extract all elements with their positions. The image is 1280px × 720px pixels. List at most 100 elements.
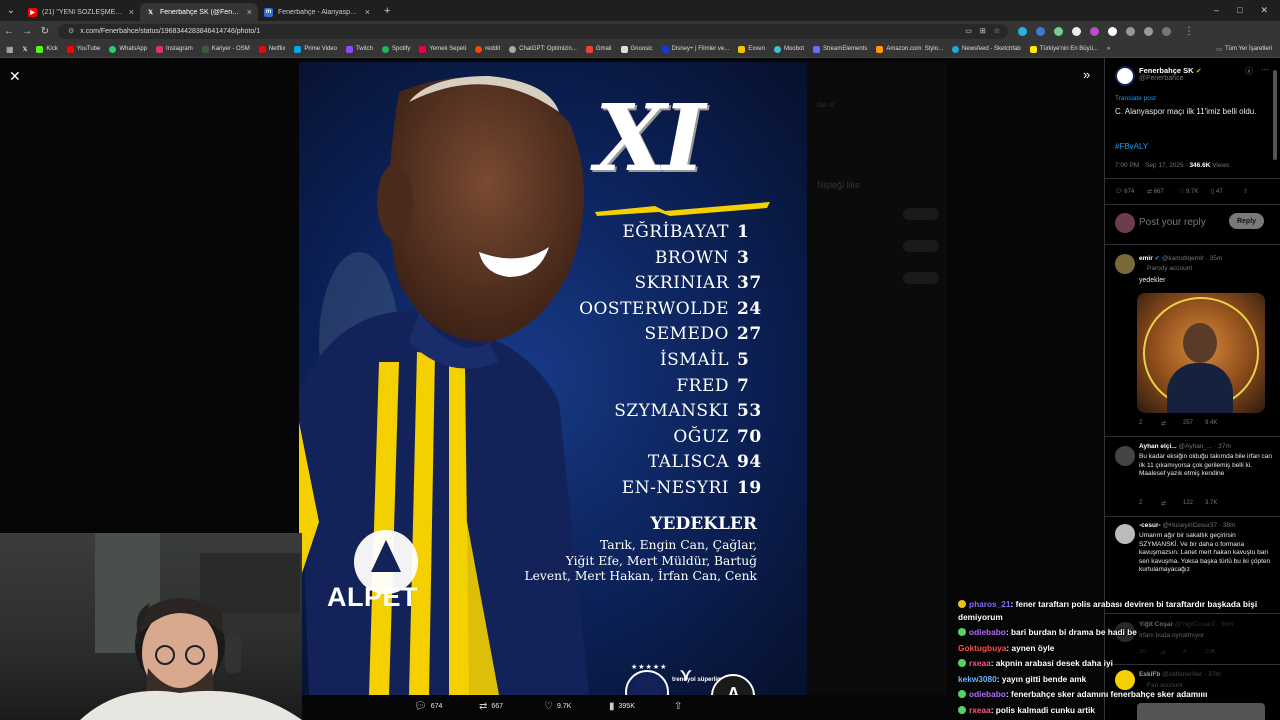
reply-image[interactable]	[1137, 293, 1265, 413]
browser-tab-mackolik[interactable]: m Fenerbahçe - Alanyaspor (17.0 ×	[258, 3, 376, 21]
reply-avatar[interactable]	[1115, 254, 1135, 274]
reply-stat[interactable]: 💬︎ 674	[1115, 188, 1137, 195]
bookmark-stat[interactable]: ▯ 47	[1211, 188, 1233, 195]
bookmark-item[interactable]: Spotify	[381, 45, 410, 53]
scrollbar-thumb[interactable]	[1273, 70, 1277, 160]
bookmark-item[interactable]: Amazon.com: Stylo...	[876, 45, 943, 53]
bookmark-item[interactable]: reddit	[475, 45, 500, 53]
apps-grid-icon[interactable]: ▦	[6, 45, 14, 54]
bookmark-item[interactable]: Kariyer - OSM	[201, 45, 250, 53]
bookmark-item[interactable]: Twitch	[345, 45, 373, 53]
bookmark-item[interactable]: Moobot	[773, 45, 804, 53]
bookmark-item[interactable]: StreamElements	[812, 45, 867, 53]
extension-icon[interactable]	[1054, 26, 1063, 36]
like-count[interactable]: 257	[1183, 420, 1205, 427]
reply-count[interactable]: 2	[1139, 500, 1161, 507]
back-arrow-icon[interactable]: ←	[0, 26, 18, 37]
like-count[interactable]: 122	[1183, 500, 1205, 507]
extension-icon[interactable]	[1018, 26, 1027, 36]
bookmark-item[interactable]: Netflix	[258, 45, 285, 53]
address-bar[interactable]: ⚙ x.com/Fenerbahce/status/19683442838464…	[58, 23, 1008, 39]
bookmark-item[interactable]: YouTube	[66, 45, 100, 53]
bookmark-item[interactable]: Exxen	[738, 45, 765, 53]
new-tab-button[interactable]: +	[384, 5, 390, 17]
x-icon: 𝕏	[148, 9, 153, 16]
chat-username[interactable]: Goktugbuya	[958, 643, 1006, 653]
reply-input[interactable]: Post your reply	[1139, 217, 1206, 228]
minimize-icon[interactable]: –	[1214, 5, 1219, 16]
repost-icon[interactable]: ⇄	[1161, 500, 1183, 507]
bookmark-item[interactable]: Gnoosic	[620, 45, 653, 53]
reply-avatar[interactable]	[1115, 446, 1135, 466]
reply-author[interactable]: Ayhan elçi...	[1139, 443, 1177, 450]
cast-icon[interactable]: ▭	[965, 27, 972, 35]
chat-username[interactable]: rxeaa	[969, 658, 991, 668]
site-info-icon[interactable]: ⚙	[68, 27, 74, 35]
share-icon[interactable]: ⇧	[1243, 188, 1265, 195]
repost-action[interactable]: ⇄ 667	[479, 701, 544, 712]
bookmark-item[interactable]: Yemek Sepeti	[419, 45, 466, 53]
close-tab-icon[interactable]: ×	[247, 7, 252, 17]
collapse-panel-icon[interactable]: »	[1083, 67, 1090, 82]
more-options-icon[interactable]: ⓧ	[1245, 66, 1253, 77]
bookmark-item[interactable]: WhatsApp	[109, 45, 147, 53]
reply-author[interactable]: emir	[1139, 255, 1153, 262]
reload-icon[interactable]: ↻	[36, 26, 54, 37]
hashtag-link[interactable]: #FBvALY	[1115, 142, 1148, 151]
like-action[interactable]: ♡ 9.7K	[544, 701, 609, 712]
puzzle-icon[interactable]	[1126, 26, 1135, 36]
view-count[interactable]: 3.7K	[1205, 500, 1227, 507]
browser-tab-youtube[interactable]: ▶ (21) "YENİ SÖZLEŞME İMZALAN ×	[22, 3, 140, 21]
repost-stat[interactable]: ⇄ 667	[1147, 188, 1169, 195]
kebab-icon[interactable]: ⋯	[1261, 65, 1269, 74]
chat-username[interactable]: odiebabo	[969, 689, 1006, 699]
extension-icon[interactable]	[1108, 26, 1117, 36]
extension-icon[interactable]	[1072, 26, 1081, 36]
menu-kebab-icon[interactable]: ⋮	[1180, 26, 1198, 37]
reply-action[interactable]: 💬︎ 674	[414, 701, 479, 712]
chat-username[interactable]: pharos_21	[969, 599, 1011, 609]
translate-link[interactable]: Translate post	[1115, 95, 1156, 102]
author-block[interactable]: Fenerbahçe SK ✔ @Fenerbahce	[1139, 66, 1202, 82]
close-tab-icon[interactable]: ×	[365, 7, 370, 17]
bookmark-item[interactable]: ChatGPT: Optimizin...	[509, 45, 577, 53]
download-icon[interactable]	[1144, 26, 1153, 36]
like-stat[interactable]: ♡ 9.7K	[1179, 188, 1201, 195]
extension-icon[interactable]	[1036, 26, 1045, 36]
bookmark-item[interactable]: Gmail	[585, 45, 612, 53]
browser-tab-x[interactable]: 𝕏 Fenerbahçe SK (@Fenerbahçe) ×	[140, 3, 258, 21]
fenerbahce-avatar[interactable]	[1115, 66, 1135, 86]
more-bookmarks-button[interactable]: »	[1107, 46, 1110, 52]
bookmark-item[interactable]: Instagram	[156, 45, 193, 53]
chat-text: : polis kalmadi cunku artik	[990, 704, 1095, 715]
bookmark-star-icon[interactable]: ☆	[994, 27, 1000, 35]
maximize-icon[interactable]: □	[1237, 5, 1242, 16]
tab-search-chevron-icon[interactable]: ⌄	[0, 5, 22, 16]
close-tab-icon[interactable]: ×	[129, 7, 134, 17]
reply-author[interactable]: -cesur-	[1139, 522, 1161, 529]
reply-avatar[interactable]	[1115, 524, 1135, 544]
bookmark-item[interactable]: Newsfeed - Sketchfab	[952, 45, 1021, 53]
bookmark-item[interactable]: Kick	[36, 45, 58, 53]
reply-count[interactable]: 2	[1139, 420, 1161, 427]
all-bookmarks-button[interactable]: ▭ Tüm Yer İşaretleri	[1216, 46, 1280, 53]
repost-icon[interactable]: ⇄	[1161, 420, 1183, 427]
profile-icon[interactable]	[1162, 26, 1171, 36]
chat-username[interactable]: odiebabo	[969, 627, 1006, 637]
bookmark-x-icon[interactable]: 𝕏	[23, 46, 28, 53]
bookmark-item[interactable]: Prime Video	[294, 45, 337, 53]
forward-arrow-icon[interactable]: →	[18, 26, 36, 37]
share-action[interactable]: ⇧	[674, 701, 739, 712]
extension-icon[interactable]	[1090, 26, 1099, 36]
bookmark-item[interactable]: Türkiye'nin En Büyü...	[1029, 45, 1098, 53]
player-name: SZYMANSKI	[614, 401, 729, 422]
translate-icon[interactable]: ⊞	[980, 27, 986, 35]
close-window-icon[interactable]: ✕	[1260, 5, 1268, 16]
reply-button[interactable]: Reply	[1229, 213, 1264, 229]
chat-username[interactable]: kekw3080	[958, 674, 997, 684]
close-icon[interactable]: ✕	[9, 68, 21, 85]
bookmark-item[interactable]: Disney+ | Filmler ve...	[661, 45, 729, 53]
view-count[interactable]: 9.4K	[1205, 420, 1227, 427]
chat-username[interactable]: rxeaa	[969, 705, 991, 715]
views-action[interactable]: ▮ 395K	[609, 701, 674, 712]
